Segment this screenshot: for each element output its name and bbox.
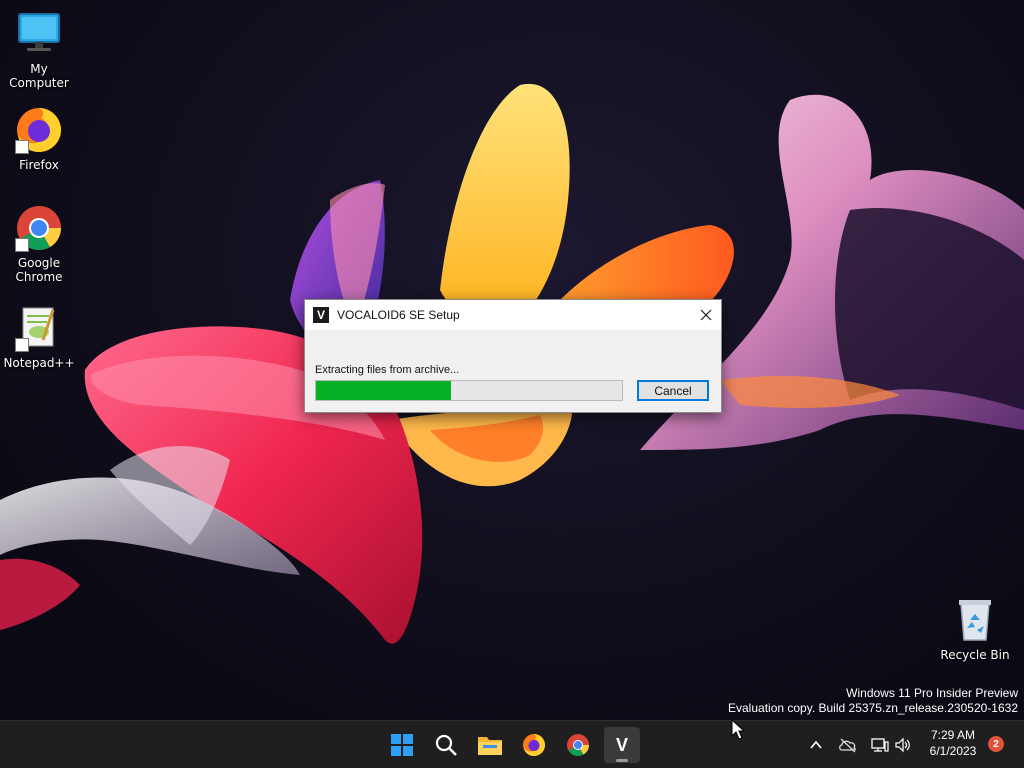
- show-hidden-icons-button[interactable]: [806, 735, 826, 755]
- close-icon: [700, 309, 712, 321]
- desktop-icon-google-chrome[interactable]: Google Chrome: [0, 204, 78, 284]
- windows-watermark: Windows 11 Pro Insider Preview Evaluatio…: [728, 686, 1018, 716]
- mouse-cursor-icon: [731, 719, 745, 740]
- watermark-line-1: Windows 11 Pro Insider Preview: [846, 686, 1018, 700]
- status-text: Extracting files from archive...: [315, 364, 460, 376]
- desktop-icon-label: Recycle Bin: [940, 648, 1010, 662]
- desktop-icon-label: Firefox: [19, 158, 59, 172]
- progress-fill: [316, 381, 451, 400]
- recycle-bin-icon: [951, 596, 999, 644]
- dialog-title: VOCALOID6 SE Setup: [337, 308, 460, 322]
- clock-time: 7:29 AM: [930, 728, 976, 742]
- volume-button[interactable]: [893, 735, 913, 755]
- dialog-titlebar[interactable]: V VOCALOID6 SE Setup: [305, 300, 721, 330]
- taskbar-chrome-button[interactable]: [560, 727, 596, 763]
- progress-bar: [315, 380, 623, 401]
- desktop-icon-label: Notepad++: [3, 356, 75, 370]
- search-button[interactable]: [428, 727, 464, 763]
- volume-icon: [895, 737, 910, 753]
- close-button[interactable]: [691, 300, 721, 330]
- firefox-icon: [523, 734, 545, 756]
- watermark-line-2: Evaluation copy. Build 25375.zn_release.…: [728, 701, 1018, 715]
- network-button[interactable]: [870, 735, 890, 755]
- setup-dialog[interactable]: V VOCALOID6 SE Setup Extracting files fr…: [304, 299, 722, 413]
- desktop-icon-recycle-bin[interactable]: Recycle Bin: [936, 596, 1014, 662]
- file-explorer-icon: [478, 737, 502, 755]
- start-icon: [391, 734, 413, 756]
- cancel-button[interactable]: Cancel: [637, 380, 709, 401]
- file-explorer-button[interactable]: [472, 727, 508, 763]
- chrome-icon: [15, 204, 63, 252]
- onedrive-button[interactable]: [838, 735, 858, 755]
- desktop-icon-label: Google Chrome: [15, 256, 63, 284]
- taskbar-vocaloid-button[interactable]: V: [604, 727, 640, 763]
- taskbar-firefox-button[interactable]: [516, 727, 552, 763]
- notepadpp-icon: [15, 304, 63, 352]
- cloud-off-icon: [839, 738, 856, 753]
- running-indicator: [616, 759, 628, 762]
- vocaloid-logo-icon: V: [313, 307, 329, 323]
- computer-icon: [15, 10, 63, 58]
- vocaloid-icon: V: [615, 734, 628, 755]
- taskbar: V: [0, 720, 1024, 768]
- clock-button[interactable]: 7:29 AM 6/1/2023: [920, 727, 986, 759]
- shortcut-arrow-icon: [15, 338, 29, 352]
- shortcut-arrow-icon: [15, 238, 29, 252]
- desktop-icon-notepadpp[interactable]: Notepad++: [0, 304, 78, 370]
- desktop-icon-label: My Computer: [9, 62, 69, 90]
- search-icon: [435, 734, 457, 756]
- network-icon: [871, 738, 889, 752]
- desktop[interactable]: My Computer Firefox Google Chrome Notepa…: [0, 0, 1024, 720]
- shortcut-arrow-icon: [15, 140, 29, 154]
- desktop-icon-firefox[interactable]: Firefox: [0, 106, 78, 172]
- desktop-icon-my-computer[interactable]: My Computer: [0, 10, 78, 90]
- chrome-icon: [567, 734, 589, 756]
- notification-badge[interactable]: 2: [988, 736, 1004, 752]
- start-button[interactable]: [384, 727, 420, 763]
- firefox-icon: [15, 106, 63, 154]
- chevron-up-icon: [810, 740, 822, 749]
- clock-date: 6/1/2023: [929, 744, 977, 758]
